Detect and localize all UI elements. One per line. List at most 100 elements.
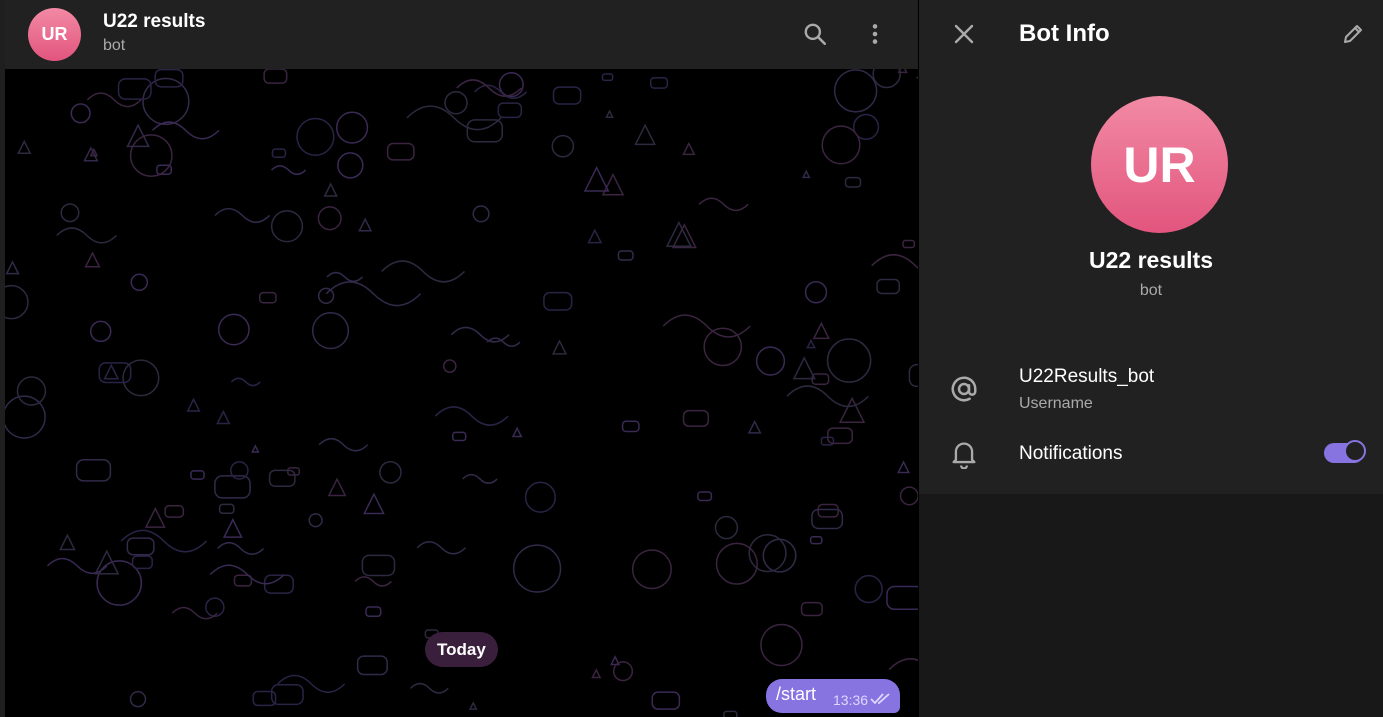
wallpaper-doodle	[444, 90, 468, 115]
wallpaper-doodle	[631, 549, 672, 590]
search-button[interactable]	[801, 20, 829, 48]
wallpaper-doodle	[270, 683, 304, 706]
toggle-knob	[1344, 440, 1366, 462]
wallpaper-doodle	[551, 339, 568, 355]
wallpaper-doodle	[59, 533, 76, 551]
wallpaper-doodle	[354, 576, 392, 587]
wallpaper-doodle	[251, 444, 260, 453]
profile-avatar[interactable]: UR	[1091, 96, 1228, 233]
wallpaper-doodle	[474, 84, 528, 100]
wallpaper-doodle	[86, 92, 142, 108]
wallpaper-doodle	[171, 606, 218, 620]
wallpaper-doodle	[89, 320, 112, 343]
wallpaper-doodle	[703, 327, 743, 367]
wallpaper-doodle	[804, 281, 828, 304]
bot-info-panel: Bot Info UR U22 results bot U22Results_b…	[919, 0, 1383, 717]
wallpaper-doodle	[70, 103, 91, 124]
notifications-toggle[interactable]	[1324, 440, 1366, 463]
avatar[interactable]: UR	[28, 8, 81, 61]
wallpaper-doodle	[311, 312, 350, 350]
profile-subtitle: bot	[1139, 282, 1163, 299]
wallpaper-doodle	[337, 152, 364, 179]
wallpaper-doodle	[817, 503, 839, 518]
wallpaper-doodle	[872, 69, 901, 89]
wallpaper-doodle	[651, 691, 681, 710]
wallpaper-doodle	[60, 203, 80, 223]
wallpaper-doodle	[714, 515, 739, 540]
wallpaper-doodle	[442, 359, 457, 373]
edit-button[interactable]	[1337, 18, 1369, 50]
wallpaper-doodle	[806, 338, 816, 349]
wallpaper-doodle	[511, 426, 523, 438]
username-row-icon	[948, 373, 980, 405]
wallpaper-doodle	[621, 420, 640, 433]
wallpaper-doodle	[214, 475, 251, 499]
wallpaper-doodle	[131, 555, 153, 570]
wallpaper-doodle	[612, 661, 634, 682]
wallpaper-doodle	[129, 690, 147, 708]
notifications-row-icon	[948, 438, 980, 470]
wallpaper-doodle	[46, 557, 108, 575]
wallpaper-doodle	[103, 363, 120, 380]
search-icon	[804, 23, 827, 46]
close-icon	[954, 24, 974, 44]
bell-icon	[952, 442, 976, 469]
wallpaper-doodle	[715, 542, 758, 585]
username-label: Username	[1019, 395, 1093, 412]
wallpaper-doodle	[854, 574, 883, 604]
username-value[interactable]: U22Results_bot	[1019, 366, 1154, 388]
wallpaper-doodle	[583, 166, 610, 192]
wallpaper-doodle	[551, 134, 575, 158]
wallpaper-doodle	[144, 506, 166, 528]
wallpaper-doodle	[365, 606, 382, 617]
message-time: 13:36	[833, 692, 869, 708]
wallpaper-doodle	[552, 86, 582, 105]
edit-icon	[1344, 25, 1362, 43]
wallpaper-doodle	[358, 217, 373, 232]
date-divider: Today	[425, 632, 498, 667]
wallpaper-doodle	[218, 503, 235, 515]
wallpaper-doodle	[682, 409, 710, 427]
wallpaper-doodle	[800, 601, 823, 617]
message-text: /start	[776, 684, 817, 704]
more-button[interactable]	[861, 20, 889, 48]
wallpaper-doodle	[468, 701, 478, 710]
wallpaper-doodle	[75, 459, 112, 482]
more-vertical-icon	[872, 24, 878, 44]
wallpaper-doodle	[222, 518, 243, 538]
wallpaper-doodle	[723, 710, 738, 717]
close-button[interactable]	[948, 18, 980, 50]
wallpaper-doodle	[916, 76, 918, 79]
wallpaper-doodle	[897, 460, 910, 474]
chat-header[interactable]: UR U22 results bot	[5, 0, 918, 69]
wallpaper-doodle	[205, 597, 225, 617]
wallpaper-doodle	[277, 674, 346, 693]
wallpaper-doodle	[888, 658, 918, 671]
wallpaper-pattern	[5, 69, 918, 717]
wallpaper-doodle	[634, 123, 656, 146]
wallpaper-doodle	[214, 207, 271, 224]
wallpaper-doodle	[164, 505, 185, 518]
wallpaper-doodle	[356, 655, 388, 676]
wallpaper-doodle	[649, 76, 669, 89]
wallpaper-doodle	[129, 134, 173, 178]
message-bubble[interactable]: /start 13:36	[766, 679, 900, 713]
wallpaper-doodle	[605, 109, 614, 118]
wallpaper-doodle	[217, 313, 250, 346]
wallpaper-doodle	[812, 321, 831, 340]
wallpaper-doodle	[325, 281, 422, 307]
wallpaper-doodle	[760, 623, 803, 667]
wallpaper-doodle	[466, 119, 503, 143]
wallpaper-doodle	[844, 176, 862, 188]
wallpaper-doodle	[130, 273, 149, 292]
wallpaper-doodle	[217, 541, 265, 555]
wallpaper-doodle	[263, 69, 288, 84]
wallpaper-doodle	[84, 251, 101, 268]
wallpaper-doodle	[16, 376, 47, 406]
wallpaper-doodle	[379, 460, 402, 484]
wallpaper-doodle	[591, 668, 602, 679]
wallpaper-doodle	[94, 549, 120, 575]
wallpaper-doodle	[190, 470, 205, 480]
notifications-label[interactable]: Notifications	[1019, 443, 1123, 465]
wallpaper-doodle	[498, 72, 524, 98]
